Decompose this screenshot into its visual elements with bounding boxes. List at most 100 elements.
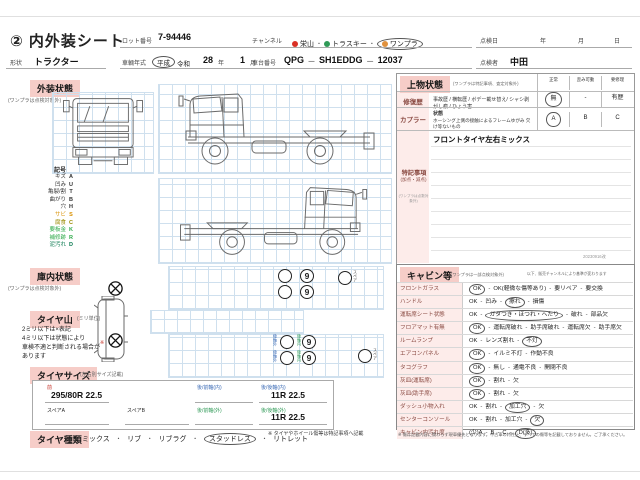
cabin-option-selected[interactable]: 擦れ <box>505 297 525 308</box>
cabin-option-selected[interactable]: OK <box>469 363 485 374</box>
cabin-option[interactable]: OK <box>469 404 477 410</box>
era-heisei[interactable]: 平成 <box>152 56 175 68</box>
cabin-option[interactable]: OK <box>469 417 477 423</box>
rating-cell[interactable]: 有歴 <box>601 92 633 107</box>
tire-circle-empty[interactable] <box>278 269 292 283</box>
tire-tread-value[interactable]: 9 <box>302 351 316 365</box>
option-item[interactable]: リブ <box>127 436 141 443</box>
tire-tread-value[interactable]: 9 <box>302 335 316 349</box>
tire-type-note: ※ タイヤやホイール傷等は特記事項へ記載 <box>268 431 384 438</box>
cabin-option[interactable]: 加工穴 <box>505 417 522 423</box>
spare-tire-circle[interactable] <box>358 349 372 363</box>
cabin-option[interactable]: OK <box>469 312 477 318</box>
rating-cell[interactable]: C <box>601 112 633 127</box>
cabin-row: ルームランプOK-レンズ割れ-不灯 <box>397 334 633 347</box>
cabin-row-label: センターコンソール <box>397 414 463 426</box>
interior-note: (ワンプラは点検対象外) <box>8 285 61 292</box>
cabin-option[interactable]: レンズ割れ <box>485 338 514 344</box>
cabin-row: エアコンパネルOK-イルミ不灯-作動不良 <box>397 347 633 360</box>
cabin-option[interactable]: 開閉不良 <box>544 365 567 371</box>
cabin-option[interactable]: 運転席破れ <box>493 325 522 331</box>
cabin-option[interactable]: 欠 <box>538 404 544 410</box>
separator: - <box>480 299 482 305</box>
cabin-option[interactable]: OK <box>469 338 477 344</box>
cabin-option-selected[interactable]: OK <box>469 349 485 360</box>
rating-cell[interactable]: 無 <box>537 92 569 107</box>
cabin-option[interactable]: 割れ <box>485 417 497 423</box>
tire-x-mark-front-left[interactable] <box>108 281 123 301</box>
cabin-option[interactable]: 欠 <box>513 378 519 384</box>
rear-rear-out-value[interactable]: 11R 22.5 <box>271 412 305 422</box>
legend-code: U <box>66 182 76 190</box>
rating-cell[interactable]: A <box>537 112 569 127</box>
cabin-option-selected[interactable]: OK <box>469 323 485 334</box>
separator: ・ <box>190 437 199 443</box>
cabin-option[interactable]: 要リペア <box>554 286 577 292</box>
front-tire-value[interactable]: 295/80R 22.5 <box>51 390 102 400</box>
legend-code: D <box>66 242 76 250</box>
inspector-value[interactable]: 中田 <box>510 55 528 68</box>
cabin-option[interactable]: OK <box>469 299 477 305</box>
cabin-option[interactable]: 助手席欠 <box>599 325 622 331</box>
revision-code: 20230916改 <box>583 254 606 260</box>
option-item[interactable]: ミックス <box>82 436 110 443</box>
inspection-sheet: ② 内外装シート ロット番号 7-94446 形状 トラクター 車輌年式 平成 … <box>0 0 640 480</box>
tire-x-mark-rear-left[interactable] <box>108 333 123 353</box>
legend-header: 記号 <box>16 165 76 174</box>
cabin-option-selected[interactable]: 欠 <box>530 415 544 426</box>
cabin-option[interactable]: 作動不良 <box>530 351 553 357</box>
cabin-option[interactable]: 要交換 <box>585 286 602 292</box>
cabin-option[interactable]: イルミ不灯 <box>493 351 522 357</box>
separator: - <box>580 286 582 292</box>
cabin-option[interactable]: OK(軽微な傷等あり) <box>493 286 546 292</box>
rating-cell[interactable]: - <box>569 92 601 107</box>
cabin-option-selected[interactable]: OK <box>469 389 485 400</box>
coupler-label: カプラー <box>398 114 428 124</box>
cabin-option[interactable]: 運転席欠 <box>567 325 590 331</box>
tire-tread-line-1: 2ミリ以下は×表記 <box>22 326 71 335</box>
coupler-desc-title: 状態 <box>433 110 533 117</box>
chassis-value[interactable]: QPG ― SH1EDDG ― 12037 <box>284 55 403 65</box>
cabin-option-selected[interactable]: 加工穴 <box>505 402 530 413</box>
separator: - <box>508 378 510 384</box>
body-hand-note[interactable]: フロントタイヤ左右ミックス <box>433 134 530 145</box>
tire-circle-empty[interactable] <box>280 335 294 349</box>
separator: - <box>488 365 490 371</box>
exterior-front-grid <box>52 92 154 174</box>
year-value[interactable]: 28 <box>203 55 213 65</box>
cabin-option[interactable]: 無し <box>493 365 505 371</box>
cabin-option[interactable]: 凹み <box>485 299 497 305</box>
tire-tread-value[interactable]: 9 <box>300 285 314 299</box>
cabin-option[interactable]: 割れ <box>485 404 497 410</box>
cabin-option[interactable]: 割れ <box>493 378 505 384</box>
cabin-option-selected[interactable]: OK <box>469 376 485 387</box>
tire-circle-empty[interactable] <box>278 285 292 299</box>
cabin-option-selected[interactable]: OK <box>469 284 485 295</box>
era-reiwa[interactable]: 令和 <box>177 58 190 68</box>
option-selected[interactable]: スタッドレス <box>204 433 256 445</box>
cabin-option[interactable]: 割れ <box>493 391 505 397</box>
month-value[interactable]: 1 <box>240 55 245 65</box>
option-item[interactable]: リブラグ <box>158 436 186 443</box>
cabin-option[interactable]: 欠 <box>513 391 519 397</box>
spare-label: スペア <box>352 270 358 282</box>
cabin-row-options: OK-割れ-欠 <box>463 388 633 400</box>
rear-rear-in-value[interactable]: 11R 22.5 <box>271 390 305 400</box>
tire-tread-value[interactable]: 9 <box>300 269 314 283</box>
cabin-option[interactable]: 通電不良 <box>513 365 536 371</box>
cabin-option-selected[interactable]: 不灯 <box>522 336 542 347</box>
separator: - <box>562 325 564 331</box>
lot-value[interactable]: 7-94446 <box>158 32 191 42</box>
channel-option[interactable]: ワンプラ <box>377 38 423 50</box>
shape-value[interactable]: トラクター <box>34 55 79 68</box>
tire-circle-empty[interactable] <box>280 351 294 365</box>
rating-cell[interactable]: B <box>569 112 601 127</box>
cabin-option[interactable]: 助手席破れ <box>530 325 559 331</box>
inspect-date-label: 点検日 <box>480 36 498 45</box>
cabin-option[interactable]: 破れ <box>571 312 583 318</box>
cabin-option[interactable]: 部品欠 <box>591 312 608 318</box>
cabin-option[interactable]: 損傷 <box>533 299 545 305</box>
cabin-option-selected[interactable]: ガタつき・ほつれ・へたり <box>485 310 563 321</box>
spare-tire-circle[interactable] <box>338 271 352 285</box>
date-unit-day: 日 <box>614 36 620 45</box>
